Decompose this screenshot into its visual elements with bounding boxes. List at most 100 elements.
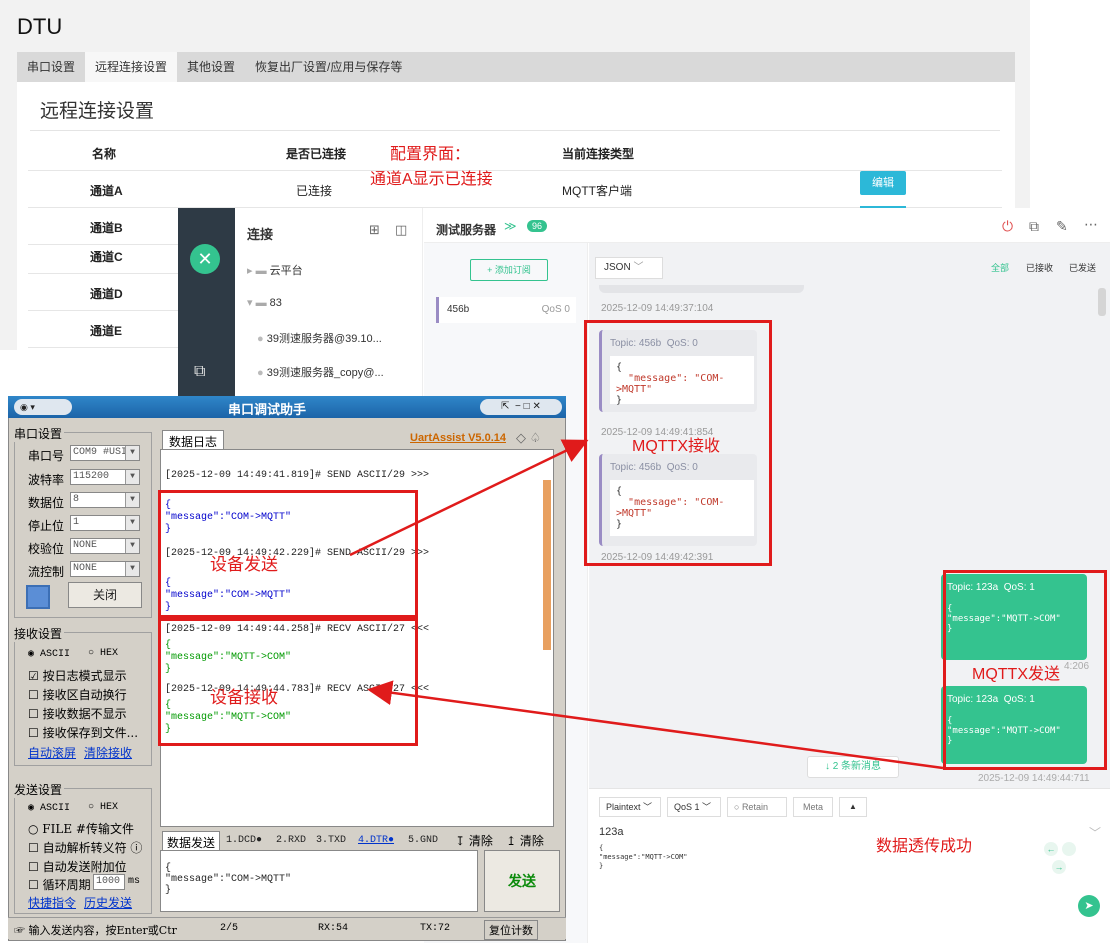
history-link[interactable]: 历史发送 (84, 894, 132, 911)
tree-item[interactable]: ● 39测速服务器@39.10... (257, 330, 382, 346)
payload-type-value: Plaintext (606, 802, 641, 812)
arrow-right-icon[interactable]: → (1052, 860, 1066, 874)
payload-type-select[interactable]: Plaintext ﹀ (599, 797, 661, 817)
qos-select[interactable]: QoS 1 ﹀ (667, 797, 721, 817)
escape-checkbox[interactable]: ☐ 自动解析转义符 ⓘ (28, 839, 142, 856)
menu-icon[interactable]: ◉ ▾ (14, 399, 72, 415)
hide-data-checkbox[interactable]: ☐ 接收数据不显示 (28, 705, 127, 722)
close-port-button[interactable]: 关闭 (68, 582, 142, 608)
port-select[interactable]: COM9 #USI ▼ (70, 445, 140, 461)
log-mode-checkbox[interactable]: ☑ 按日志模式显示 (28, 667, 127, 684)
auto-scroll-link[interactable]: 自动滚屏 (28, 744, 76, 761)
tab-remote[interactable]: 远程连接设置 (85, 52, 178, 82)
tab-serial[interactable]: 串口设置 (17, 52, 85, 82)
message-time: 2025-12-09 14:49:44:711 (978, 773, 1090, 784)
stop-bits-select[interactable]: 1 ▼ (70, 515, 140, 531)
filter-sent[interactable]: 已发送 (1069, 261, 1096, 274)
new-group-icon[interactable]: ⊞ (369, 222, 380, 238)
message-count-badge: 96 (527, 220, 548, 232)
status-hint: ☞ 输入发送内容，按Enter或Ctr (14, 924, 177, 937)
clear-send-button[interactable]: ↧ 清除 (455, 832, 493, 849)
retain-toggle[interactable]: ○ Retain (727, 797, 787, 817)
append-checkbox[interactable]: ☐ 自动发送附加位 (28, 858, 127, 875)
chevron-down-icon[interactable]: ﹀ (1089, 824, 1101, 841)
chevron-double-icon[interactable]: ≫ (504, 219, 517, 233)
window-icon[interactable]: ⧉ (1029, 218, 1039, 235)
col-type: 当前连接类型 (562, 147, 635, 161)
arrow-left-icon[interactable]: ← (1044, 842, 1058, 856)
mqttx-sidebar (178, 208, 235, 408)
scrollbar[interactable] (1098, 288, 1106, 316)
filter-received[interactable]: 已接收 (1026, 261, 1053, 274)
status-rx: RX:54 (318, 923, 349, 934)
chevron-down-icon: ﹀ (633, 262, 644, 273)
subscription-item[interactable]: 456b QoS 0 (436, 297, 576, 323)
data-bits-select[interactable]: 8 ▼ (70, 492, 140, 508)
col-connected: 是否已连接 (286, 147, 347, 161)
send-icon[interactable]: ➤ (1078, 895, 1100, 917)
qos-value: QoS 1 (674, 802, 700, 812)
message-time: 2025-12-09 14:49:37:104 (601, 303, 714, 314)
clear-recv-link[interactable]: 清除接收 (84, 744, 132, 761)
edit-button[interactable]: 编辑 (860, 171, 906, 195)
parity-label: 校验位 (28, 542, 65, 556)
reset-count-button[interactable]: 复位计数 (484, 920, 538, 940)
baud-select[interactable]: 115200 ▼ (70, 469, 140, 485)
new-messages-button[interactable]: ↓ 2 条新消息 (807, 756, 899, 778)
power-icon[interactable]: ⏻ (1002, 218, 1013, 235)
send-button[interactable]: 发送 (484, 850, 560, 912)
mqttx-topbar: 测试服务器 ≫ 96 ⏻ ⧉ ✎ ⋯ (424, 208, 1110, 243)
dropdown-icon: ▼ (125, 446, 139, 460)
subscription-topic: 456b (447, 304, 470, 315)
row-name: 通道A (90, 184, 123, 198)
log-scrollbar[interactable] (543, 480, 551, 650)
file-radio[interactable]: ○ FILE #传输文件 (28, 820, 134, 837)
cycle-input[interactable]: 1000 (93, 874, 125, 890)
more-icon[interactable]: ⋯ (1084, 216, 1098, 233)
recv-ascii-radio[interactable]: ◉ ASCII (28, 648, 70, 660)
tab-other[interactable]: 其他设置 (177, 52, 245, 82)
parity-select[interactable]: NONE ▼ (70, 538, 140, 554)
publish-area: Plaintext ﹀ QoS 1 ﹀ ○ Retain Meta ▲ 123a… (589, 788, 1110, 941)
add-subscription-button[interactable]: + 添加订阅 (470, 259, 548, 281)
chevron-down-icon: ▾ ▬ (247, 297, 270, 309)
auto-wrap-checkbox[interactable]: ☐ 接收区自动换行 (28, 686, 127, 703)
subscription-qos: QoS 0 (541, 304, 570, 315)
stop-bits-label: 停止位 (28, 519, 65, 533)
send-input[interactable]: {"message":"COM->MQTT"} (160, 850, 478, 912)
format-value: JSON (604, 262, 631, 273)
tree-item[interactable]: ● 39测速服务器_copy@... (257, 364, 384, 380)
collapse-icon[interactable]: ▲ (839, 797, 867, 817)
flow-select[interactable]: NONE ▼ (70, 561, 140, 577)
publish-payload[interactable]: {"message":"MQTT->COM"} (599, 844, 688, 871)
row-name: 通道D (90, 287, 123, 301)
diamond-icon[interactable]: ◇ ♤ (516, 430, 541, 446)
filter-all[interactable]: 全部 (991, 261, 1009, 274)
edit-icon[interactable]: ✎ (1056, 218, 1068, 235)
connections-panel: 连接 ⊞ ◫ ▸ ▬ 云平台 ▾ ▬ 83 ● 39测速服务器@39.10...… (235, 208, 423, 408)
baud-label: 波特率 (28, 473, 65, 487)
window-controls[interactable]: ⇱ − □ ✕ (480, 399, 562, 415)
send-ascii-radio[interactable]: ◉ ASCII (28, 802, 70, 814)
meta-button[interactable]: Meta (793, 797, 833, 817)
cycle-checkbox[interactable]: ☐ 循环周期 (28, 876, 91, 893)
publish-topic[interactable]: 123a (599, 826, 623, 838)
tree-item[interactable]: ▾ ▬ 83 (247, 296, 282, 309)
minus-icon[interactable] (1062, 842, 1076, 856)
col-name: 名称 (92, 147, 117, 161)
tree-item[interactable]: ▸ ▬ 云平台 (247, 262, 303, 278)
format-select[interactable]: JSON ﹀ (595, 257, 663, 279)
send-hex-radio[interactable]: ○ HEX (88, 802, 118, 813)
save-file-checkbox[interactable]: ☐ 接收保存到文件... (28, 724, 138, 741)
version-link[interactable]: UartAssist V5.0.14 (410, 432, 506, 444)
panel-toggle-icon[interactable]: ◫ (395, 222, 407, 238)
dropdown-icon: ▼ (125, 516, 139, 530)
message-bubble-partial (599, 285, 804, 293)
copy-icon[interactable]: ⧉ (194, 363, 205, 381)
pin-dtr[interactable]: 4.DTR● (358, 835, 394, 846)
clear-all-button[interactable]: ↥ 清除 (506, 832, 544, 849)
recv-hex-radio[interactable]: ○ HEX (88, 648, 118, 659)
quick-cmd-link[interactable]: 快捷指令 (28, 894, 76, 911)
annotation-device-recv: 设备接收 (210, 688, 278, 707)
tab-restore[interactable]: 恢复出厂设置/应用与保存等 (245, 52, 412, 82)
